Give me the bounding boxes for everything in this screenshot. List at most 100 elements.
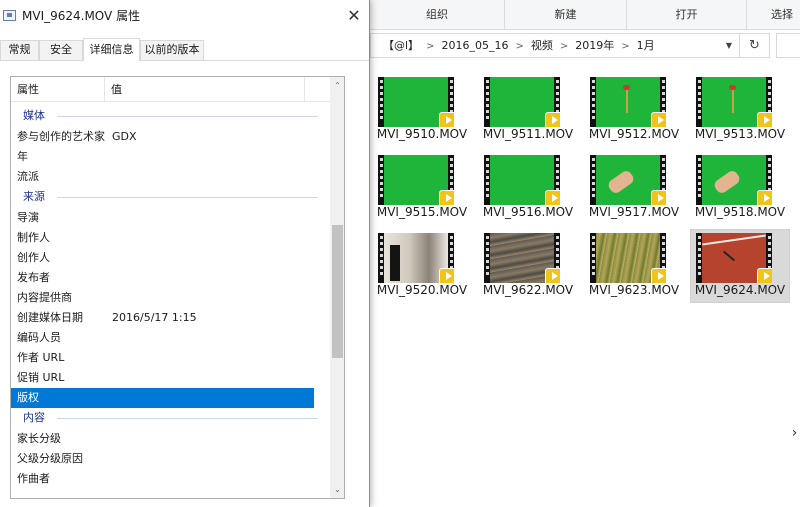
property-row[interactable]: 内容提供商 [11, 288, 314, 308]
file-tile[interactable]: MVI_9520.MOV [372, 229, 472, 303]
file-tile[interactable]: MVI_9622.MOV [478, 229, 578, 303]
video-thumbnail [696, 155, 772, 205]
tab-security[interactable]: 安全 [39, 40, 83, 60]
scroll-down-icon[interactable]: ⌄ [330, 481, 344, 498]
file-name: MVI_9623.MOV [588, 283, 680, 297]
property-row[interactable]: 年 [11, 147, 314, 167]
file-tile[interactable]: MVI_9623.MOV [584, 229, 684, 303]
breadcrumb-separator-icon[interactable]: > [560, 41, 568, 52]
column-header-value[interactable]: 值 [105, 77, 305, 102]
property-row[interactable]: 制作人 [11, 228, 314, 248]
group-header-label: 媒体 [23, 106, 49, 126]
property-row[interactable]: 家长分级 [11, 429, 314, 449]
property-name: 参与创作的艺术家 [17, 130, 105, 143]
breadcrumb-item[interactable]: 2016_05_16 [441, 39, 508, 52]
file-name: MVI_9511.MOV [482, 127, 574, 141]
file-tile[interactable]: MVI_9510.MOV [372, 73, 472, 147]
player-badge-icon [439, 190, 454, 205]
video-thumbnail [378, 233, 454, 283]
file-tile[interactable]: MVI_9624.MOV [690, 229, 790, 303]
video-thumbnail [484, 233, 560, 283]
property-name: 制作人 [17, 231, 50, 244]
property-row[interactable]: 促销 URL [11, 368, 314, 388]
chevron-down-icon[interactable]: ▼ [722, 34, 736, 57]
property-value[interactable]: GDX [112, 127, 137, 147]
file-tile[interactable]: MVI_9515.MOV [372, 151, 472, 225]
video-thumbnail [378, 77, 454, 127]
list-header: 属性 值 [11, 77, 333, 102]
close-button[interactable]: ✕ [339, 0, 369, 32]
property-name: 内容提供商 [17, 291, 72, 304]
property-name: 促销 URL [17, 371, 65, 384]
breadcrumb: 【@l】 >2016_05_16 > 视频 >2019年 >1月 [383, 34, 655, 57]
property-row[interactable]: 作者 URL [11, 348, 314, 368]
property-row[interactable]: 导演 [11, 208, 314, 228]
breadcrumb-separator-icon[interactable]: > [426, 41, 434, 52]
search-input[interactable] [776, 33, 800, 58]
property-value[interactable]: 2016/5/17 1:15 [112, 308, 197, 328]
video-thumbnail [590, 155, 666, 205]
details-panel: 属性 值 媒体参与创作的艺术家 GDX 年流派 来源导演制作人创作人发布者内容提供商创… [0, 60, 369, 507]
tab-details[interactable]: 详细信息 [83, 38, 140, 61]
breadcrumb-item[interactable]: 1月 [637, 39, 655, 52]
property-name: 父级分级原因 [17, 452, 83, 465]
property-row[interactable]: 参与创作的艺术家 GDX [11, 127, 314, 147]
scrollbar-thumb[interactable] [332, 225, 343, 358]
file-name: MVI_9516.MOV [482, 205, 574, 219]
video-thumbnail [484, 77, 560, 127]
video-file-icon [3, 10, 16, 21]
player-badge-icon [439, 268, 454, 283]
file-name: MVI_9513.MOV [694, 127, 786, 141]
ribbon-toolbar: 组织 新建 打开 选择 [370, 0, 800, 30]
breadcrumb-item[interactable]: 视频 [531, 39, 553, 52]
group-header-label: 来源 [23, 187, 49, 207]
tab-general[interactable]: 常规 [0, 40, 39, 60]
property-name: 编码人员 [17, 331, 61, 344]
file-tile[interactable]: MVI_9512.MOV [584, 73, 684, 147]
property-row[interactable]: 作曲者 [11, 469, 314, 489]
property-row[interactable]: 流派 [11, 167, 314, 187]
file-tile[interactable]: MVI_9517.MOV [584, 151, 684, 225]
breadcrumb-separator-icon[interactable]: > [515, 41, 523, 52]
refresh-icon[interactable]: ↻ [739, 34, 769, 57]
vertical-scrollbar[interactable]: ⌃ ⌄ [330, 77, 344, 498]
ribbon-group-open[interactable]: 打开 [627, 0, 747, 30]
column-header-property[interactable]: 属性 [11, 77, 105, 102]
chevron-right-icon[interactable]: › [789, 425, 800, 441]
property-row[interactable]: 版权 [11, 388, 314, 408]
address-bar[interactable]: 【@l】 >2016_05_16 > 视频 >2019年 >1月 ▼ ↻ [370, 33, 770, 58]
group-header: 内容 [11, 408, 326, 428]
video-thumbnail [378, 155, 454, 205]
property-name: 导演 [17, 211, 39, 224]
tab-strip: 常规 安全 详细信息 以前的版本 [0, 38, 369, 61]
property-name: 作者 URL [17, 351, 65, 364]
player-badge-icon [757, 268, 772, 283]
property-row[interactable]: 创作人 [11, 248, 314, 268]
property-row[interactable]: 创建媒体日期 2016/5/17 1:15 [11, 308, 314, 328]
tab-previous-versions[interactable]: 以前的版本 [140, 40, 204, 60]
breadcrumb-item[interactable]: 【@l】 [383, 39, 419, 52]
details-listview[interactable]: 属性 值 媒体参与创作的艺术家 GDX 年流派 来源导演制作人创作人发布者内容提供商创… [10, 76, 345, 499]
ribbon-group-new[interactable]: 新建 [505, 0, 627, 30]
property-name: 发布者 [17, 271, 50, 284]
file-name: MVI_9515.MOV [376, 205, 468, 219]
file-tile[interactable]: MVI_9511.MOV [478, 73, 578, 147]
file-name: MVI_9622.MOV [482, 283, 574, 297]
file-tile[interactable]: MVI_9518.MOV [690, 151, 790, 225]
ribbon-group-select[interactable]: 选择 [747, 0, 800, 30]
property-row[interactable]: 发布者 [11, 268, 314, 288]
property-row[interactable]: 编码人员 [11, 328, 314, 348]
dialog-titlebar[interactable]: MVI_9624.MOV 属性 ✕ [0, 0, 369, 32]
video-thumbnail [696, 77, 772, 127]
ribbon-group-organize[interactable]: 组织 [370, 0, 505, 30]
player-badge-icon [545, 268, 560, 283]
file-tile[interactable]: MVI_9516.MOV [478, 151, 578, 225]
file-name: MVI_9518.MOV [694, 205, 786, 219]
breadcrumb-item[interactable]: 2019年 [575, 39, 614, 52]
scroll-up-icon[interactable]: ⌃ [330, 77, 344, 94]
player-badge-icon [757, 112, 772, 127]
file-tile[interactable]: MVI_9513.MOV [690, 73, 790, 147]
property-row[interactable]: 父级分级原因 [11, 449, 314, 469]
breadcrumb-separator-icon[interactable]: > [621, 41, 629, 52]
file-name: MVI_9520.MOV [376, 283, 468, 297]
